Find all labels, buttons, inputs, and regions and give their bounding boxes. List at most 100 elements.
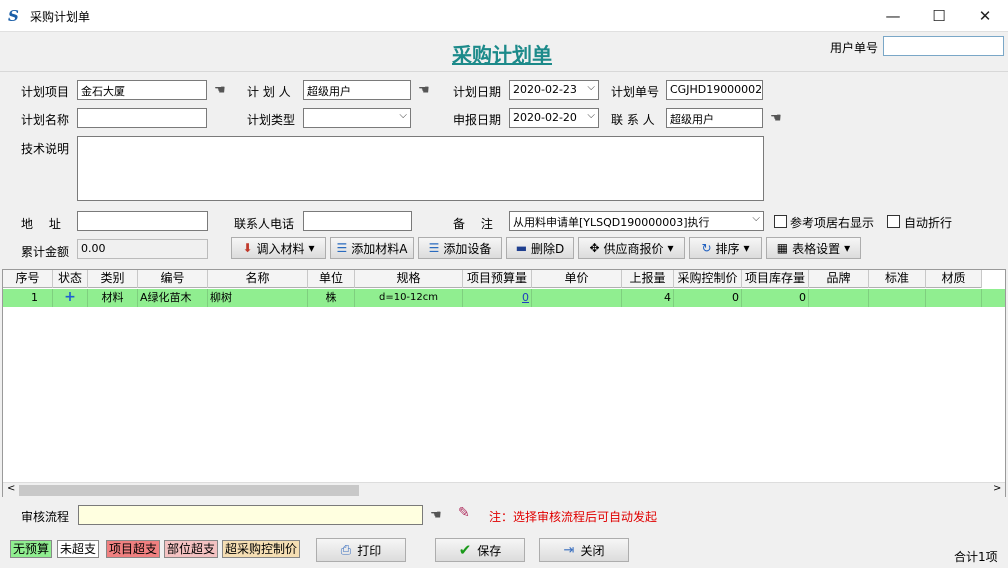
print-button[interactable]: ⎙ 打印 bbox=[316, 538, 406, 562]
scroll-left-icon[interactable]: < bbox=[7, 483, 15, 494]
col-header[interactable]: 采购控制价 bbox=[674, 270, 742, 288]
address-input[interactable] bbox=[77, 211, 208, 231]
scroll-thumb[interactable] bbox=[19, 485, 359, 496]
plan-name-label: 计划名称 bbox=[21, 113, 70, 127]
col-header[interactable]: 规格 bbox=[355, 270, 463, 288]
legend-project-over: 项目超支 bbox=[106, 540, 161, 558]
horizontal-scrollbar[interactable]: < > bbox=[3, 482, 1005, 497]
col-header[interactable]: 项目预算量 bbox=[463, 270, 532, 288]
minimize-button[interactable]: — bbox=[870, 0, 916, 31]
col-header[interactable]: 类别 bbox=[88, 270, 138, 288]
items-table[interactable]: 序号 状态 类别 编号 名称 单位 规格 项目预算量 单价 上报量 采购控制价 … bbox=[2, 269, 1006, 497]
report-date-label: 申报日期 bbox=[453, 113, 502, 127]
remark-select[interactable]: 从用料申请单[YLSQD190000003]执行 ⌵ bbox=[509, 211, 764, 231]
supplier-quote-label: 供应商报价 bbox=[603, 241, 664, 256]
add-list-icon: ☰ bbox=[336, 241, 348, 255]
plus-icon[interactable]: + bbox=[53, 289, 88, 307]
ref-right-checkbox[interactable] bbox=[774, 215, 787, 228]
report-date-value: 2020-02-20 bbox=[513, 111, 577, 124]
plan-name-input[interactable] bbox=[77, 108, 207, 128]
col-header[interactable]: 品牌 bbox=[809, 270, 869, 288]
plan-date-label: 计划日期 bbox=[453, 85, 502, 99]
exit-door-icon: ⇥ bbox=[563, 542, 575, 558]
report-date-picker[interactable]: 2020-02-20 ⌵ bbox=[509, 108, 599, 128]
col-header[interactable]: 标准 bbox=[869, 270, 926, 288]
sort-button[interactable]: ↻ 排序 ▾ bbox=[689, 237, 762, 259]
pointing-hand-icon[interactable]: ☚ bbox=[770, 111, 782, 126]
add-material-label: 添加材料A bbox=[351, 241, 408, 256]
brush-icon[interactable]: ✎ bbox=[458, 505, 470, 521]
col-header[interactable]: 状态 bbox=[53, 270, 88, 288]
approval-note: 注：选择审核流程后可自动发起 bbox=[489, 510, 658, 524]
plan-type-label: 计划类型 bbox=[247, 113, 296, 127]
cell-code[interactable]: A绿化苗木 bbox=[138, 289, 208, 307]
add-equipment-button[interactable]: ☰ 添加设备 bbox=[418, 237, 502, 259]
cell-reported[interactable]: 4 bbox=[622, 289, 674, 307]
cell-control-price[interactable]: 0 bbox=[674, 289, 742, 307]
delete-button[interactable]: ▬ 删除D bbox=[506, 237, 574, 259]
col-header[interactable]: 单价 bbox=[532, 270, 622, 288]
cell-material[interactable] bbox=[926, 289, 982, 307]
total-amount-label: 累计金额 bbox=[21, 245, 70, 259]
cell-spec[interactable]: d=10-12cm bbox=[355, 289, 463, 307]
minus-icon: ▬ bbox=[515, 241, 528, 255]
approval-label: 审核流程 bbox=[21, 510, 70, 524]
plan-project-input[interactable]: 金石大厦 bbox=[77, 80, 207, 100]
contact-input[interactable]: 超级用户 bbox=[666, 108, 763, 128]
approval-input[interactable] bbox=[78, 505, 423, 525]
table-row[interactable]: 1 + 材料 A绿化苗木 柳树 株 d=10-12cm 0 4 0 0 bbox=[3, 289, 1005, 307]
planner-input[interactable]: 超级用户 bbox=[303, 80, 411, 100]
table-settings-button[interactable]: ▦ 表格设置 ▾ bbox=[766, 237, 861, 259]
legend-not-over: 未超支 bbox=[57, 540, 100, 558]
import-material-button[interactable]: ⬇ 调入材料 ▾ bbox=[231, 237, 326, 259]
cell-stock[interactable]: 0 bbox=[742, 289, 809, 307]
cell-budget-link[interactable]: 0 bbox=[463, 289, 532, 307]
scroll-right-icon[interactable]: > bbox=[993, 483, 1001, 494]
table-grid-icon: ▦ bbox=[776, 241, 789, 255]
page-title: 采购计划单 bbox=[452, 43, 552, 67]
contact-phone-input[interactable] bbox=[303, 211, 412, 231]
col-header[interactable]: 编号 bbox=[138, 270, 208, 288]
add-material-button[interactable]: ☰ 添加材料A bbox=[330, 237, 414, 259]
plan-date-picker[interactable]: 2020-02-23 ⌵ bbox=[509, 80, 599, 100]
cell-category[interactable]: 材料 bbox=[88, 289, 138, 307]
user-no-input[interactable] bbox=[883, 36, 1004, 56]
plan-type-select[interactable]: ⌵ bbox=[303, 108, 411, 128]
pointing-hand-icon[interactable]: ☚ bbox=[430, 508, 442, 523]
plan-no-input[interactable]: CGJHD190000021 bbox=[666, 80, 763, 100]
contact-label: 联 系 人 bbox=[611, 113, 655, 127]
move-icon: ✥ bbox=[589, 241, 600, 255]
supplier-quote-button[interactable]: ✥ 供应商报价 ▾ bbox=[578, 237, 685, 259]
auto-wrap-checkbox[interactable] bbox=[887, 215, 900, 228]
pointing-hand-icon[interactable]: ☚ bbox=[418, 83, 430, 98]
col-header[interactable]: 项目库存量 bbox=[742, 270, 809, 288]
cell-brand[interactable] bbox=[809, 289, 869, 307]
close-button[interactable]: ⇥ 关闭 bbox=[539, 538, 629, 562]
add-list-icon: ☰ bbox=[428, 241, 440, 255]
plan-date-value: 2020-02-23 bbox=[513, 83, 577, 96]
chevron-down-icon: ⌵ bbox=[587, 82, 595, 93]
app-logo-icon: S bbox=[8, 7, 19, 25]
table-settings-label: 表格设置 bbox=[792, 241, 841, 256]
tech-desc-textarea[interactable] bbox=[77, 136, 764, 201]
plan-no-label: 计划单号 bbox=[611, 85, 660, 99]
cell-standard[interactable] bbox=[869, 289, 926, 307]
pointing-hand-icon[interactable]: ☚ bbox=[214, 83, 226, 98]
maximize-button[interactable]: ☐ bbox=[916, 0, 962, 31]
cell-price[interactable] bbox=[532, 289, 622, 307]
cell-name[interactable]: 柳树 bbox=[208, 289, 308, 307]
col-header[interactable]: 序号 bbox=[3, 270, 53, 288]
cell-unit[interactable]: 株 bbox=[308, 289, 355, 307]
cell-seq[interactable]: 1 bbox=[3, 289, 53, 307]
save-button[interactable]: ✔ 保存 bbox=[435, 538, 525, 562]
col-header[interactable]: 名称 bbox=[208, 270, 308, 288]
col-header[interactable]: 上报量 bbox=[622, 270, 674, 288]
save-label: 保存 bbox=[477, 543, 502, 558]
import-material-label: 调入材料 bbox=[256, 241, 305, 256]
col-header[interactable]: 材质 bbox=[926, 270, 982, 288]
dropdown-arrow-icon: ▾ bbox=[844, 241, 851, 255]
close-window-button[interactable]: ✕ bbox=[962, 0, 1008, 31]
dropdown-arrow-icon: ▾ bbox=[308, 241, 315, 255]
col-header[interactable]: 单位 bbox=[308, 270, 355, 288]
remark-value: 从用料申请单[YLSQD190000003]执行 bbox=[513, 216, 710, 229]
